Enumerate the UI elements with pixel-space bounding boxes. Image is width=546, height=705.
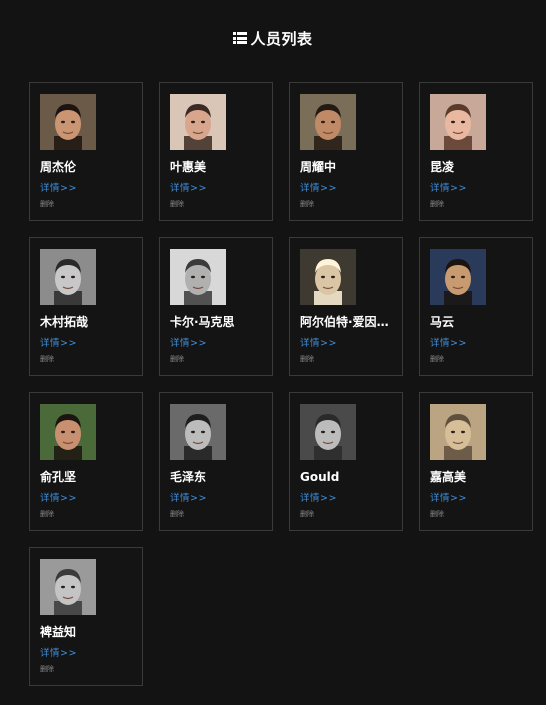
details-link[interactable]: 详情>> xyxy=(430,183,467,195)
avatar xyxy=(40,404,96,460)
avatar xyxy=(430,94,486,150)
person-card: 周杰伦详情>> 删除 xyxy=(29,82,143,221)
delete-link[interactable]: 删除 xyxy=(40,665,54,674)
delete-link[interactable]: 删除 xyxy=(300,200,314,209)
person-name: Gould xyxy=(300,470,340,484)
delete-link[interactable]: 删除 xyxy=(430,510,444,519)
details-link[interactable]: 详情>> xyxy=(40,493,77,505)
person-card: 嘉高美详情>> 删除 xyxy=(419,392,533,531)
delete-link[interactable]: 删除 xyxy=(40,355,54,364)
person-card: 毛泽东详情>> 删除 xyxy=(159,392,273,531)
person-name: 叶惠美 xyxy=(170,160,207,174)
person-name: 木村拓哉 xyxy=(40,315,89,329)
details-link[interactable]: 详情>> xyxy=(300,493,337,505)
details-link[interactable]: 详情>> xyxy=(170,338,207,350)
person-card: 卡尔·马克思 详情>> 删除 xyxy=(159,237,273,376)
delete-link[interactable]: 删除 xyxy=(170,200,184,209)
page-title: 人员列表 xyxy=(250,29,313,48)
person-card: 裨益知详情>> 删除 xyxy=(29,547,143,686)
avatar xyxy=(40,249,96,305)
person-card: 周耀中详情>> 删除 xyxy=(289,82,403,221)
person-card: 马云详情>> 删除 xyxy=(419,237,533,376)
delete-link[interactable]: 删除 xyxy=(40,200,54,209)
avatar xyxy=(40,94,96,150)
person-card: 叶惠美详情>> 删除 xyxy=(159,82,273,221)
person-name: 昆凌 xyxy=(430,160,455,174)
avatar xyxy=(300,404,356,460)
delete-link[interactable]: 删除 xyxy=(300,355,314,364)
delete-link[interactable]: 删除 xyxy=(40,510,54,519)
delete-link[interactable]: 删除 xyxy=(170,510,184,519)
avatar xyxy=(300,249,356,305)
details-link[interactable]: 详情>> xyxy=(430,493,467,505)
person-name: 俞孔坚 xyxy=(40,470,77,484)
person-name: 马云 xyxy=(430,315,455,329)
details-link[interactable]: 详情>> xyxy=(430,338,467,350)
delete-link[interactable]: 删除 xyxy=(430,355,444,364)
person-name: 周杰伦 xyxy=(40,160,77,174)
avatar xyxy=(170,249,226,305)
person-card: Gould 详情>> 删除 xyxy=(289,392,403,531)
details-link[interactable]: 详情>> xyxy=(300,338,337,350)
list-icon xyxy=(233,32,248,44)
person-name: 裨益知 xyxy=(40,625,77,639)
person-card: 阿尔伯特·爱因斯坦 详情>> 删除 xyxy=(289,237,403,376)
person-name: 卡尔·马克思 xyxy=(170,315,235,329)
avatar xyxy=(40,559,96,615)
details-link[interactable]: 详情>> xyxy=(170,183,207,195)
avatar xyxy=(430,404,486,460)
delete-link[interactable]: 删除 xyxy=(170,355,184,364)
details-link[interactable]: 详情>> xyxy=(300,183,337,195)
person-card: 俞孔坚详情>> 删除 xyxy=(29,392,143,531)
avatar xyxy=(170,94,226,150)
person-name: 阿尔伯特·爱因斯坦 xyxy=(300,315,396,329)
avatar xyxy=(170,404,226,460)
details-link[interactable]: 详情>> xyxy=(40,183,77,195)
details-link[interactable]: 详情>> xyxy=(40,648,77,660)
person-name: 毛泽东 xyxy=(170,470,207,484)
page-header: 人员列表 xyxy=(0,26,546,50)
person-grid: 周杰伦 详情>> 删除 叶惠美 详情>> 删除 周耀中 详情>> 删除 昆凌 详情>> 删除 木村拓哉详… xyxy=(29,82,533,686)
avatar xyxy=(300,94,356,150)
person-card: 木村拓哉详情>> 删除 xyxy=(29,237,143,376)
person-name: 嘉高美 xyxy=(430,470,467,484)
details-link[interactable]: 详情>> xyxy=(40,338,77,350)
delete-link[interactable]: 删除 xyxy=(430,200,444,209)
details-link[interactable]: 详情>> xyxy=(170,493,207,505)
person-card: 昆凌详情>> 删除 xyxy=(419,82,533,221)
person-name: 周耀中 xyxy=(300,160,337,174)
delete-link[interactable]: 删除 xyxy=(300,510,314,519)
avatar xyxy=(430,249,486,305)
